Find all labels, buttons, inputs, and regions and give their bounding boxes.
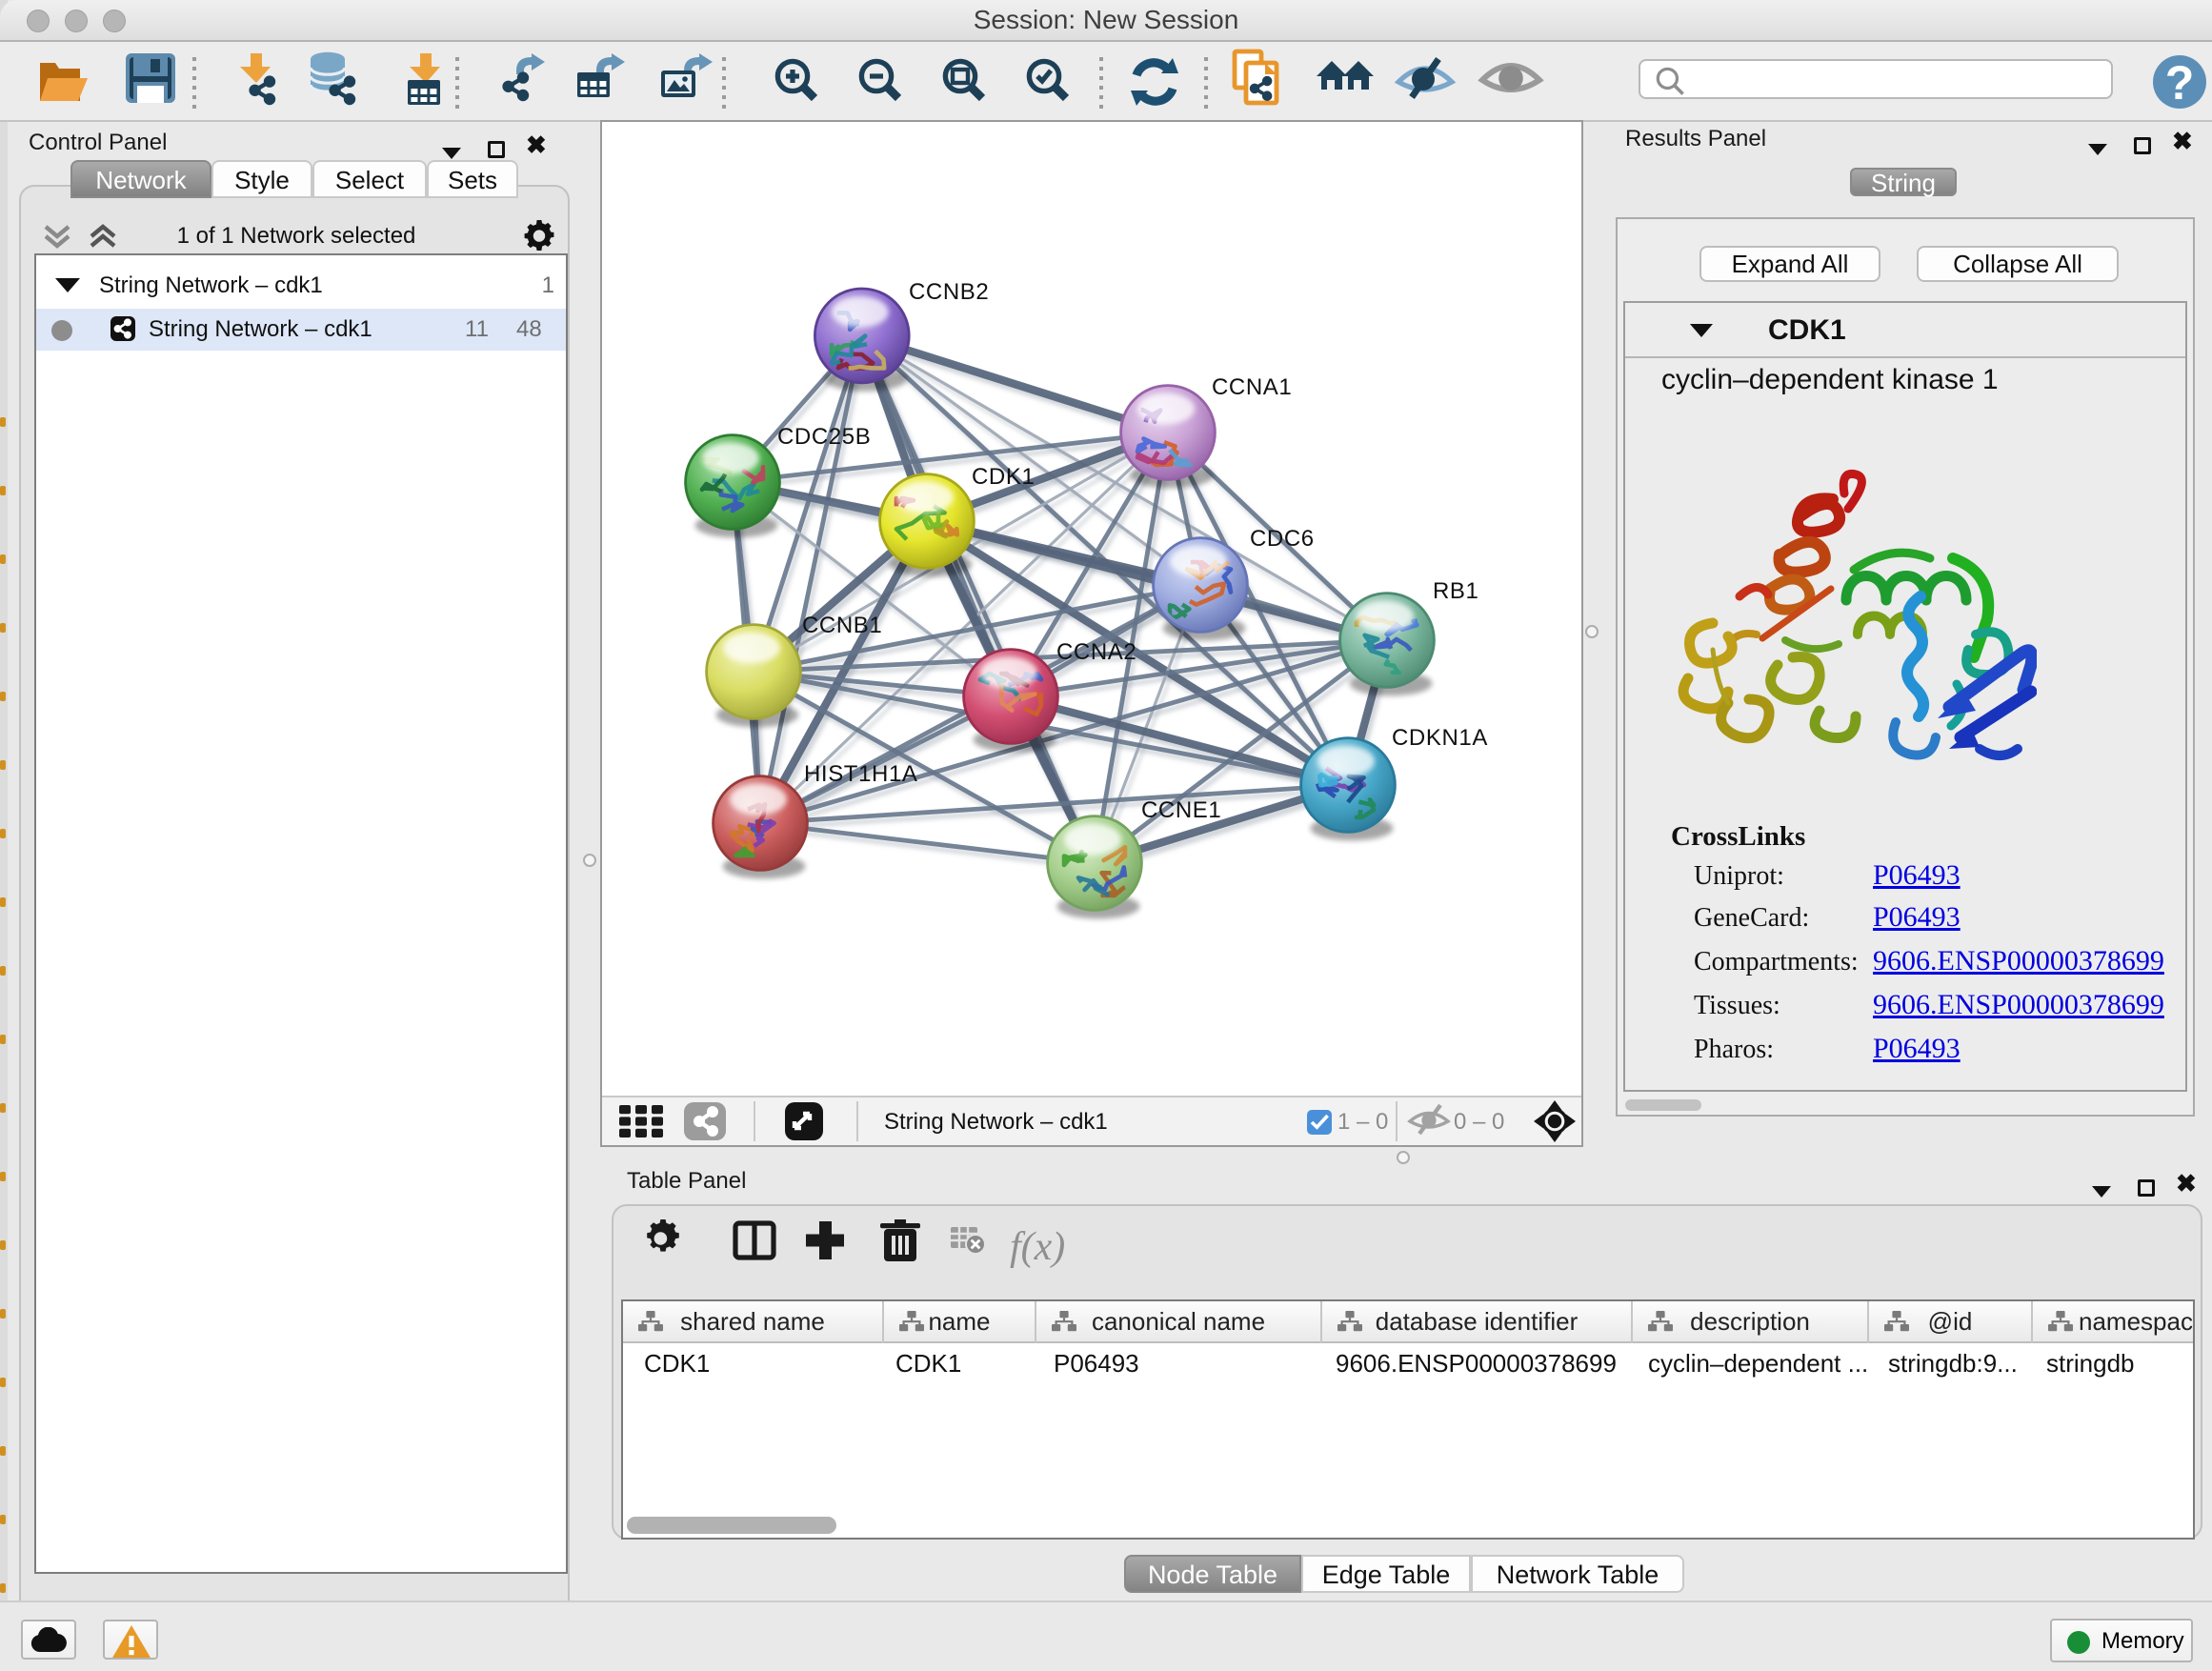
svg-text:CCNE1: CCNE1 <box>1141 797 1221 823</box>
svg-text:RB1: RB1 <box>1433 578 1479 604</box>
svg-text:String Network – cdk1: String Network – cdk1 <box>884 1109 1108 1135</box>
svg-text:0 – 0: 0 – 0 <box>1454 1109 1504 1135</box>
svg-text:CCNA2: CCNA2 <box>1056 639 1136 665</box>
svg-text:CDC6: CDC6 <box>1250 526 1315 552</box>
svg-text:f(x): f(x) <box>1010 1225 1065 1269</box>
svg-text:HIST1H1A: HIST1H1A <box>804 761 918 787</box>
svg-text:CCNB2: CCNB2 <box>909 279 989 305</box>
svg-text:CDC25B: CDC25B <box>777 424 871 450</box>
svg-text:1 – 0: 1 – 0 <box>1337 1109 1388 1135</box>
svg-text:?: ? <box>2165 56 2195 110</box>
svg-text:CDK1: CDK1 <box>972 464 1035 490</box>
svg-text:CDKN1A: CDKN1A <box>1392 725 1488 751</box>
svg-text:CCNB1: CCNB1 <box>802 613 882 638</box>
svg-text:CCNA1: CCNA1 <box>1212 374 1292 400</box>
